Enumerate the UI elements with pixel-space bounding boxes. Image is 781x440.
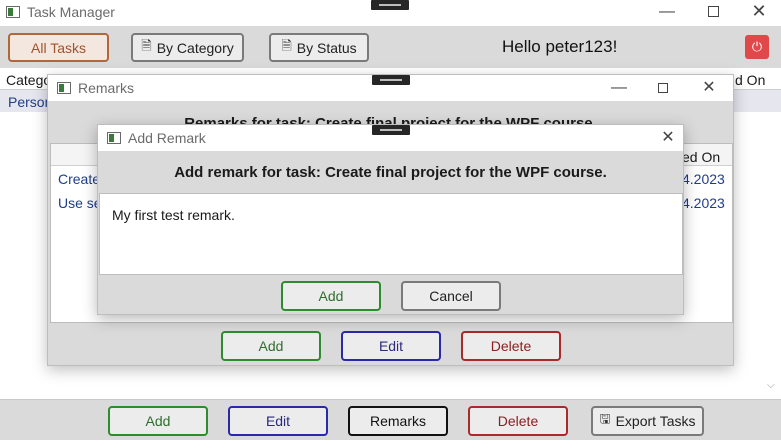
delete-task-button[interactable]: Delete xyxy=(468,406,568,436)
by-category-label: By Category xyxy=(156,39,234,56)
dialog-title-bar: Add Remark ✕ xyxy=(98,125,683,151)
document-icon: 🗎 xyxy=(141,37,152,53)
remark-date-cell: 4.2023 xyxy=(682,171,725,187)
drag-grabber-icon[interactable] xyxy=(372,75,410,85)
minimize-icon[interactable]: — xyxy=(657,4,677,20)
column-header-category[interactable]: Catego xyxy=(6,72,51,88)
close-icon[interactable]: ✕ xyxy=(749,2,769,20)
delete-remark-button[interactable]: Delete xyxy=(461,331,561,361)
close-icon[interactable]: ✕ xyxy=(658,130,678,146)
row-category-cell: Person xyxy=(8,94,53,110)
dialog-cancel-button[interactable]: Cancel xyxy=(401,281,501,311)
delete-remark-label: Delete xyxy=(490,338,532,354)
edit-remark-label: Edit xyxy=(378,338,404,354)
app-window-icon xyxy=(107,132,121,144)
power-icon: ⏻ xyxy=(751,39,763,54)
edit-remark-button[interactable]: Edit xyxy=(341,331,441,361)
add-task-button[interactable]: Add xyxy=(108,406,208,436)
remark-date-cell: 4.2023 xyxy=(682,195,725,211)
dialog-cancel-label: Cancel xyxy=(429,288,473,304)
greeting-text: Hello peter123! xyxy=(502,37,618,56)
delete-task-label: Delete xyxy=(497,413,539,429)
remark-text-value: My first test remark. xyxy=(112,207,235,223)
by-status-label: By Status xyxy=(296,39,357,56)
remark-text-input[interactable]: My first test remark. xyxy=(99,193,683,275)
remark-text-cell: Use se xyxy=(58,195,102,211)
add-task-label: Add xyxy=(145,413,171,429)
drag-grabber-icon[interactable] xyxy=(372,125,410,135)
save-icon: 🖫 xyxy=(599,411,611,426)
remarks-window-title: Remarks xyxy=(78,80,135,96)
by-status-button[interactable]: 🗎 By Status xyxy=(269,33,369,62)
remarks-label: Remarks xyxy=(369,413,426,429)
dialog-add-label: Add xyxy=(318,288,344,304)
column-header-created-on[interactable]: ed On xyxy=(682,149,720,165)
dialog-title: Add Remark xyxy=(128,130,206,146)
drag-grabber-icon[interactable] xyxy=(371,0,409,10)
remarks-button[interactable]: Remarks xyxy=(348,406,448,436)
app-window-icon xyxy=(6,6,20,18)
maximize-icon[interactable] xyxy=(708,6,719,17)
remarks-title-bar: Remarks — ✕ xyxy=(48,75,733,101)
scroll-down-icon[interactable]: ⌵ xyxy=(767,380,775,391)
main-bottom-bar: Add Edit Remarks Delete 🖫 Export Tasks xyxy=(0,399,781,440)
main-title-bar: Task Manager — ✕ xyxy=(0,0,781,26)
by-category-button[interactable]: 🗎 By Category xyxy=(131,33,244,62)
add-remark-dialog: Add Remark ✕ Add remark for task: Create… xyxy=(97,124,684,315)
main-window-title: Task Manager xyxy=(27,4,115,20)
all-tasks-button[interactable]: All Tasks xyxy=(8,33,109,62)
logout-button[interactable]: ⏻ xyxy=(745,35,769,59)
add-remark-button[interactable]: Add xyxy=(221,331,321,361)
edit-task-button[interactable]: Edit xyxy=(228,406,328,436)
add-remark-label: Add xyxy=(258,338,284,354)
close-icon[interactable]: ✕ xyxy=(699,80,719,96)
all-tasks-label: All Tasks xyxy=(31,39,86,56)
dialog-add-button[interactable]: Add xyxy=(281,281,381,311)
app-window-icon xyxy=(57,82,71,94)
column-header-created-on[interactable]: d On xyxy=(735,72,765,88)
remark-text-cell: Create xyxy=(58,171,101,187)
maximize-icon[interactable] xyxy=(658,83,668,93)
document-icon: 🗎 xyxy=(281,37,292,53)
export-tasks-label: Export Tasks xyxy=(615,413,696,429)
edit-task-label: Edit xyxy=(265,413,291,429)
export-tasks-button[interactable]: 🖫 Export Tasks xyxy=(591,406,704,436)
minimize-icon[interactable]: — xyxy=(609,80,629,96)
dialog-heading: Add remark for task: Create final projec… xyxy=(174,164,607,181)
main-toolbar: All Tasks 🗎 By Category 🗎 By Status Hell… xyxy=(0,26,781,68)
